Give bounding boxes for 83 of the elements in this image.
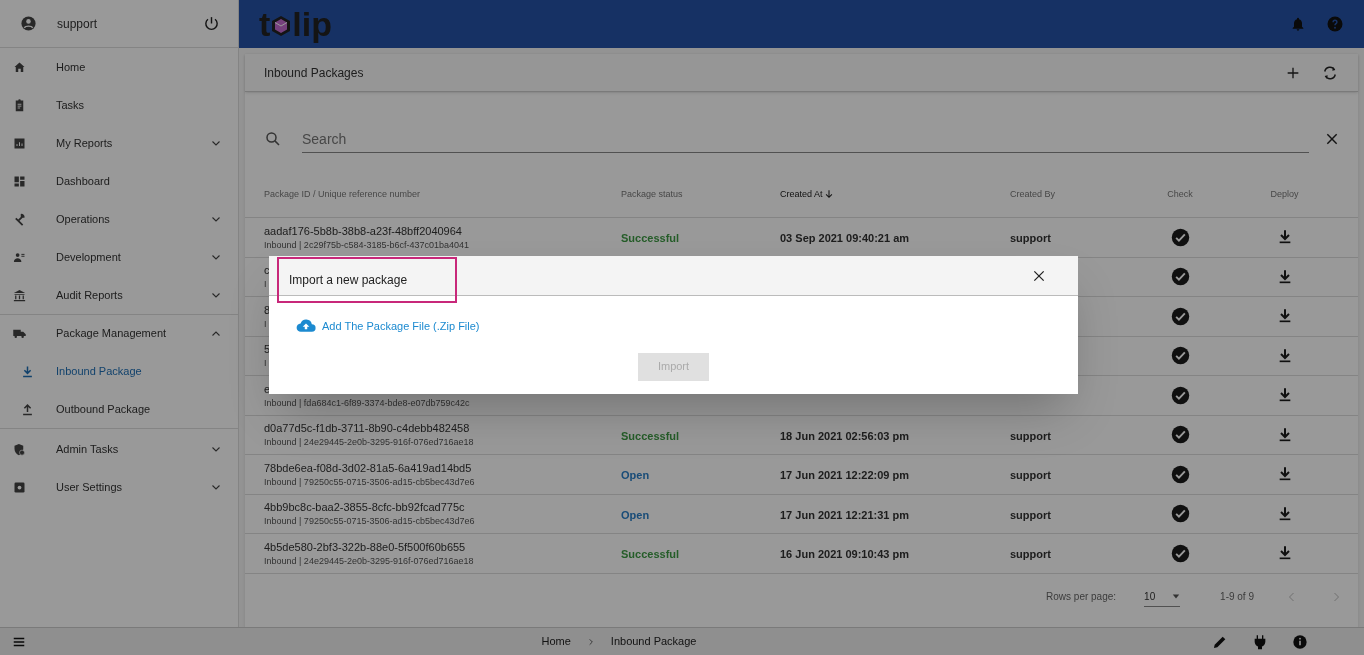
reference-number: Inbound | 24e29445-2e0b-3295-916f-076ed716ae18 (264, 554, 474, 567)
status-text: Successful (621, 232, 680, 245)
sidebar-item[interactable]: Admin Tasks (0, 430, 238, 468)
shield-icon (12, 441, 27, 457)
rows-per-page-label: Rows per page: (1046, 590, 1117, 604)
reference-number: Inbound | 2c29f75b-c584-3185-b6cf-437c01ba4041 (264, 238, 469, 251)
search-icon (264, 130, 282, 148)
power-icon[interactable] (203, 15, 220, 32)
created-by-text: support (1010, 469, 1051, 482)
created-by-text: support (1010, 508, 1051, 521)
sidebar-item[interactable]: Tasks (0, 86, 238, 124)
created-by-text: support (1010, 429, 1051, 442)
package-id: 78bde6ea-f08d-3d02-81a5-6a419ad14bd5 (264, 460, 472, 476)
created-at-text: 17 Jun 2021 12:22:09 pm (780, 469, 910, 482)
check-circle-icon[interactable] (1170, 267, 1190, 287)
package-id: d0a77d5c-f1db-3711-8b90-c4debb482458 (264, 421, 470, 437)
column-header[interactable]: Package status (621, 187, 780, 201)
package-id: c (264, 263, 270, 279)
user-avatar-icon (20, 15, 37, 32)
close-icon[interactable] (1325, 132, 1339, 146)
created-by-text: support (1010, 232, 1051, 245)
sidebar-item[interactable]: Audit Reports (0, 276, 238, 314)
reference-number: Inbound | fda684c1-6f89-3374-bde8-e07db759c42c (264, 396, 470, 409)
created-at-text: 17 Jun 2021 12:21:31 pm (780, 508, 910, 521)
reference-number: I (264, 278, 267, 291)
sidebar-item[interactable]: Operations (0, 200, 238, 238)
status-text: Successful (621, 429, 680, 442)
search-field[interactable]: Search (302, 125, 1309, 153)
user-name: support (57, 15, 99, 33)
sidebar-item[interactable]: Home (0, 48, 238, 86)
column-header[interactable]: Package ID / Unique reference number (264, 187, 621, 201)
close-icon[interactable] (1032, 268, 1046, 283)
created-by-text: support (1010, 548, 1051, 561)
sidebar-item[interactable]: Development (0, 238, 238, 276)
check-circle-icon[interactable] (1170, 346, 1190, 366)
package-id: 4bb9bc8c-baa2-3855-8cfc-bb92fcad775c (264, 500, 465, 516)
status-text: Open (621, 469, 650, 482)
bank-icon (12, 287, 27, 303)
reference-number: Inbound | 24e29445-2e0b-3295-916f-076ed716ae18 (264, 436, 474, 449)
status-text: Successful (621, 548, 680, 561)
created-at-text: 16 Jun 2021 09:10:43 pm (780, 548, 910, 561)
sidebar-item[interactable]: Dashboard (0, 162, 238, 200)
sidebar-subitem[interactable]: Inbound Package (0, 352, 238, 390)
rows-per-page-select[interactable]: 10 (1144, 586, 1181, 607)
add-file-link[interactable]: Add The Package File (.Zip File) (296, 318, 480, 335)
check-circle-icon[interactable] (1170, 425, 1190, 445)
reference-number: I (264, 357, 267, 370)
column-header[interactable]: Check (1167, 187, 1193, 201)
package-id: 8 (264, 302, 271, 318)
cloud-upload-icon (296, 319, 316, 334)
reference-number: Inbound | 79250c55-0715-3506-ad15-cb5bec43d7e6 (264, 475, 475, 488)
check-circle-icon[interactable] (1170, 543, 1190, 563)
chevron-right-icon (586, 637, 595, 646)
sidebar-subitem[interactable]: Outbound Package (0, 390, 238, 428)
check-circle-icon[interactable] (1170, 227, 1190, 247)
sidebar-item[interactable]: My Reports (0, 124, 238, 162)
check-circle-icon[interactable] (1170, 504, 1190, 524)
dropdown-icon (1172, 592, 1181, 600)
package-id: aadaf176-5b8b-38b8-a23f-48bff2040964 (264, 223, 462, 239)
info-icon[interactable] (1292, 633, 1308, 650)
logo: t lip (259, 7, 332, 41)
created-at-text: 03 Sep 2021 09:40:21 am (780, 232, 910, 245)
sort-arrow-icon (823, 189, 834, 200)
breadcrumb-item[interactable]: Inbound Package (610, 633, 697, 650)
check-circle-icon[interactable] (1170, 385, 1190, 405)
plug-icon[interactable] (1252, 633, 1268, 650)
reference-number: Inbound | 79250c55-0715-3506-ad15-cb5bec43d7e6 (264, 515, 475, 528)
dialog-title: Import a new package (277, 257, 457, 303)
column-header[interactable]: Created By (1010, 187, 1130, 201)
created-at-text: 18 Jun 2021 02:56:03 pm (780, 429, 910, 442)
status-text: Open (621, 508, 650, 521)
reference-number: I (264, 317, 267, 330)
upload-icon (20, 401, 35, 417)
check-circle-icon[interactable] (1170, 306, 1190, 326)
page-range: 1-9 of 9 (1220, 590, 1254, 604)
panel-title: Inbound Packages (264, 64, 365, 82)
check-circle-icon[interactable] (1170, 464, 1190, 484)
breadcrumb-item[interactable]: Home (541, 633, 571, 650)
package-id: 4b5de580-2bf3-322b-88e0-5f500f60b655 (264, 539, 466, 555)
column-header[interactable]: Created At (780, 187, 1010, 201)
sidebar-item[interactable]: Package Management (0, 314, 238, 352)
sidebar-item[interactable]: User Settings (0, 468, 238, 506)
column-header[interactable]: Deploy (1270, 187, 1299, 201)
